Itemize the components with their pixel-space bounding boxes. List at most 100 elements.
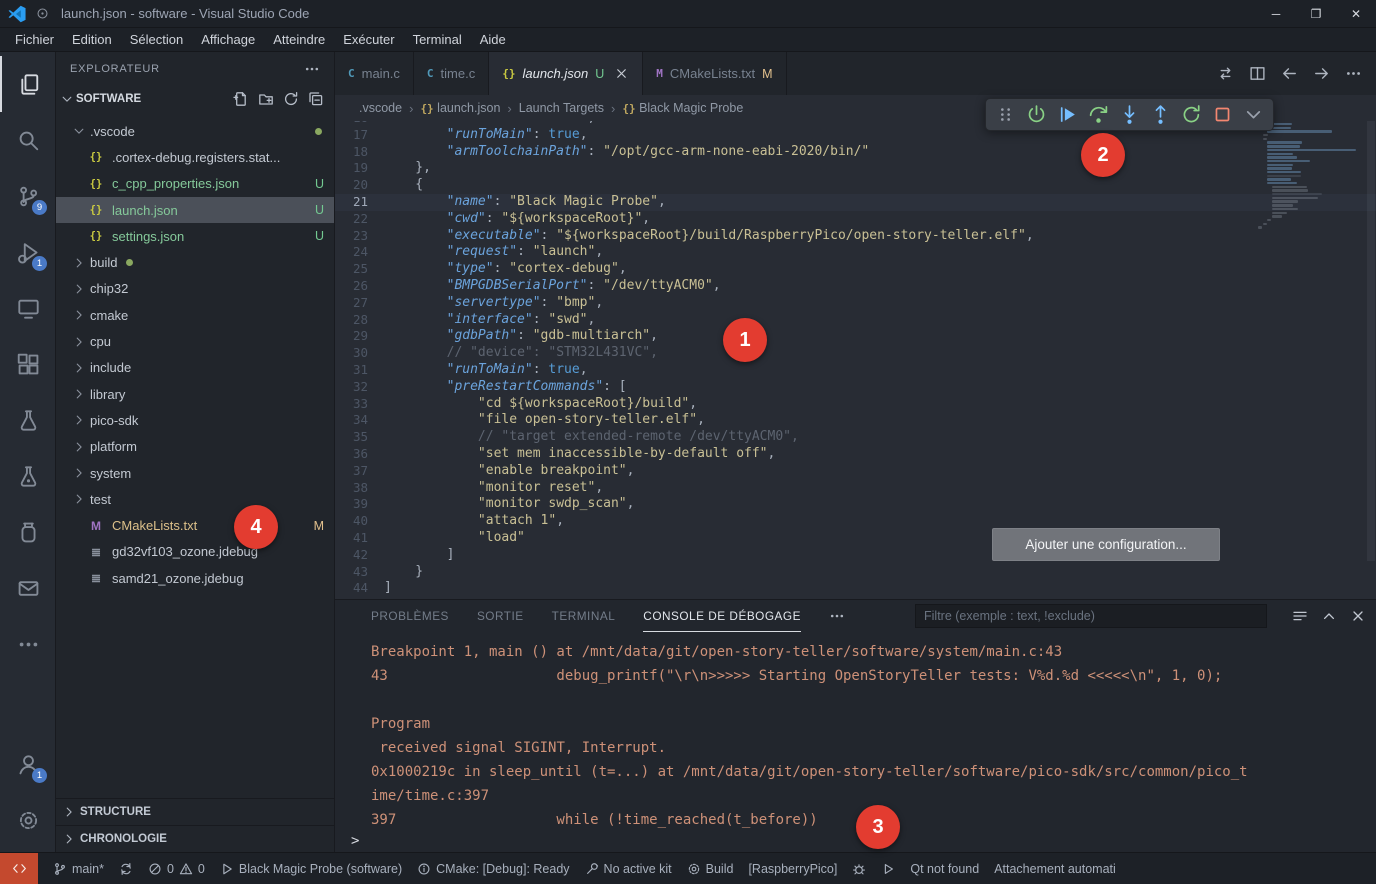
- console-prompt[interactable]: >: [351, 833, 359, 849]
- activity-run-debug[interactable]: 1: [0, 224, 56, 280]
- step-out-icon[interactable]: [1150, 104, 1171, 125]
- tree-item-test[interactable]: test: [56, 486, 334, 512]
- tree-item-settings-json[interactable]: {}settings.jsonU: [56, 223, 334, 249]
- swap-icon[interactable]: [1217, 65, 1234, 82]
- status-no-active-kit[interactable]: No active kit: [585, 862, 672, 876]
- tree-item-cmake[interactable]: cmake: [56, 302, 334, 328]
- continue-icon[interactable]: [1057, 104, 1078, 125]
- status-bug-icon[interactable]: [852, 862, 866, 876]
- tree-item-include[interactable]: include: [56, 355, 334, 381]
- status-sync-icon[interactable]: [119, 862, 133, 876]
- tree-item-vscode[interactable]: .vscode: [56, 118, 334, 144]
- filter-input[interactable]: [915, 604, 1267, 628]
- activity-remote-explorer[interactable]: [0, 280, 56, 336]
- section-chronologie[interactable]: CHRONOLOGIE: [56, 825, 334, 852]
- more-icon[interactable]: [829, 608, 845, 624]
- chevron-down-icon[interactable]: [1243, 104, 1264, 125]
- status-main[interactable]: main*: [53, 862, 104, 876]
- stop-icon[interactable]: [1212, 104, 1233, 125]
- editor-scrollbar[interactable]: [1367, 121, 1375, 561]
- minimap[interactable]: [1258, 123, 1362, 230]
- status-build[interactable]: Build: [687, 862, 734, 876]
- tree-item-chip32[interactable]: chip32: [56, 276, 334, 302]
- activity-more-views[interactable]: [0, 616, 56, 672]
- code-editor[interactable]: 16 "interface": "swd",17 "runToMain": tr…: [335, 121, 1376, 599]
- activity-search[interactable]: [0, 112, 56, 168]
- tab-cmakelists-txt[interactable]: MCMakeLists.txtM: [643, 52, 786, 95]
- close-tab-icon[interactable]: [614, 66, 629, 81]
- more-icon[interactable]: [1345, 65, 1362, 82]
- tree-item-samd21-ozone-jdebug[interactable]: ≣samd21_ozone.jdebug: [56, 565, 334, 591]
- menu-affichage[interactable]: Affichage: [192, 28, 264, 51]
- panel-tab-console-de-debogage[interactable]: CONSOLE DE DÉBOGAGE: [643, 600, 801, 632]
- breadcrumb-launch-targets[interactable]: Launch Targets: [519, 101, 604, 115]
- activity-explorer[interactable]: [0, 56, 56, 112]
- menu-edition[interactable]: Edition: [63, 28, 121, 51]
- minimize-button[interactable]: ─: [1256, 0, 1296, 27]
- tab-launch-json[interactable]: {}launch.jsonU: [489, 52, 643, 95]
- split-editor-icon[interactable]: [1249, 65, 1266, 82]
- step-over-icon[interactable]: [1088, 104, 1109, 125]
- lines-icon[interactable]: [1292, 608, 1308, 624]
- menu-fichier[interactable]: Fichier: [6, 28, 63, 51]
- tab-time-c[interactable]: Ctime.c: [414, 52, 489, 95]
- new-file-icon[interactable]: [233, 91, 249, 107]
- activity-settings[interactable]: [0, 792, 56, 848]
- activity-test-adapter[interactable]: [0, 448, 56, 504]
- activity-jar[interactable]: [0, 504, 56, 560]
- tree-item-library[interactable]: library: [56, 381, 334, 407]
- power-icon[interactable]: [1026, 104, 1047, 125]
- tree-item-pico-sdk[interactable]: pico-sdk: [56, 407, 334, 433]
- panel-tab-terminal[interactable]: TERMINAL: [552, 600, 616, 632]
- menu-aide[interactable]: Aide: [471, 28, 515, 51]
- chevron-up-icon[interactable]: [1321, 608, 1337, 624]
- menu-selection[interactable]: Sélection: [121, 28, 192, 51]
- breadcrumb-launch-json[interactable]: {} launch.json: [420, 101, 500, 115]
- status-play-icon[interactable]: [881, 862, 895, 876]
- collapse-all-icon[interactable]: [308, 91, 324, 107]
- refresh-icon[interactable]: [283, 91, 299, 107]
- activity-source-control[interactable]: 9: [0, 168, 56, 224]
- tree-item-cortex-debug-registers-stat[interactable]: {}.cortex-debug.registers.stat...: [56, 144, 334, 170]
- status-raspberrypico[interactable]: [RaspberryPico]: [748, 862, 837, 876]
- activity-mail[interactable]: [0, 560, 56, 616]
- step-into-icon[interactable]: [1119, 104, 1140, 125]
- grip-icon[interactable]: [995, 104, 1016, 125]
- menu-terminal[interactable]: Terminal: [404, 28, 471, 51]
- breadcrumb-vscode[interactable]: .vscode: [359, 101, 402, 115]
- activity-test-explorer[interactable]: [0, 392, 56, 448]
- menu-executer[interactable]: Exécuter: [334, 28, 403, 51]
- tree-item-cmakelists-txt[interactable]: MCMakeLists.txtM: [56, 512, 334, 538]
- breadcrumb-black-magic-probe[interactable]: {} Black Magic Probe: [622, 101, 743, 115]
- tab-main-c[interactable]: Cmain.c: [335, 52, 414, 95]
- restart-icon[interactable]: [1181, 104, 1202, 125]
- tree-item-system[interactable]: system: [56, 460, 334, 486]
- status-cmake-debug-ready[interactable]: CMake: [Debug]: Ready: [417, 862, 569, 876]
- explorer-more-icon[interactable]: [304, 61, 320, 77]
- activity-extensions[interactable]: [0, 336, 56, 392]
- tree-item-platform[interactable]: platform: [56, 434, 334, 460]
- panel-tab-problemes[interactable]: PROBLÈMES: [371, 600, 449, 632]
- new-folder-icon[interactable]: [258, 91, 274, 107]
- status-qt-not-found[interactable]: Qt not found: [910, 862, 979, 876]
- workspace-section-header[interactable]: SOFTWARE: [56, 86, 334, 112]
- activity-account[interactable]: 1: [0, 736, 56, 792]
- tree-item-c-cpp-properties-json[interactable]: {}c_cpp_properties.jsonU: [56, 171, 334, 197]
- tree-item-launch-json[interactable]: {}launch.jsonU: [56, 197, 334, 223]
- close-window-button[interactable]: ✕: [1336, 0, 1376, 27]
- add-configuration-button[interactable]: Ajouter une configuration...: [992, 528, 1220, 561]
- close-icon[interactable]: [1350, 608, 1366, 624]
- menu-atteindre[interactable]: Atteindre: [264, 28, 334, 51]
- status-attachement-automati[interactable]: Attachement automati: [994, 862, 1116, 876]
- arrow-right-icon[interactable]: [1313, 65, 1330, 82]
- remote-indicator[interactable]: [0, 853, 38, 884]
- section-structure[interactable]: STRUCTURE: [56, 798, 334, 825]
- tree-item-gd32vf103-ozone-jdebug[interactable]: ≣gd32vf103_ozone.jdebug: [56, 539, 334, 565]
- status-black-magic-probe-software[interactable]: Black Magic Probe (software): [220, 862, 402, 876]
- panel-tab-sortie[interactable]: SORTIE: [477, 600, 524, 632]
- arrow-left-icon[interactable]: [1281, 65, 1298, 82]
- tree-item-cpu[interactable]: cpu: [56, 328, 334, 354]
- tree-item-build[interactable]: build: [56, 249, 334, 275]
- status-item[interactable]: 00: [148, 862, 205, 876]
- maximize-button[interactable]: ❐: [1296, 0, 1336, 27]
